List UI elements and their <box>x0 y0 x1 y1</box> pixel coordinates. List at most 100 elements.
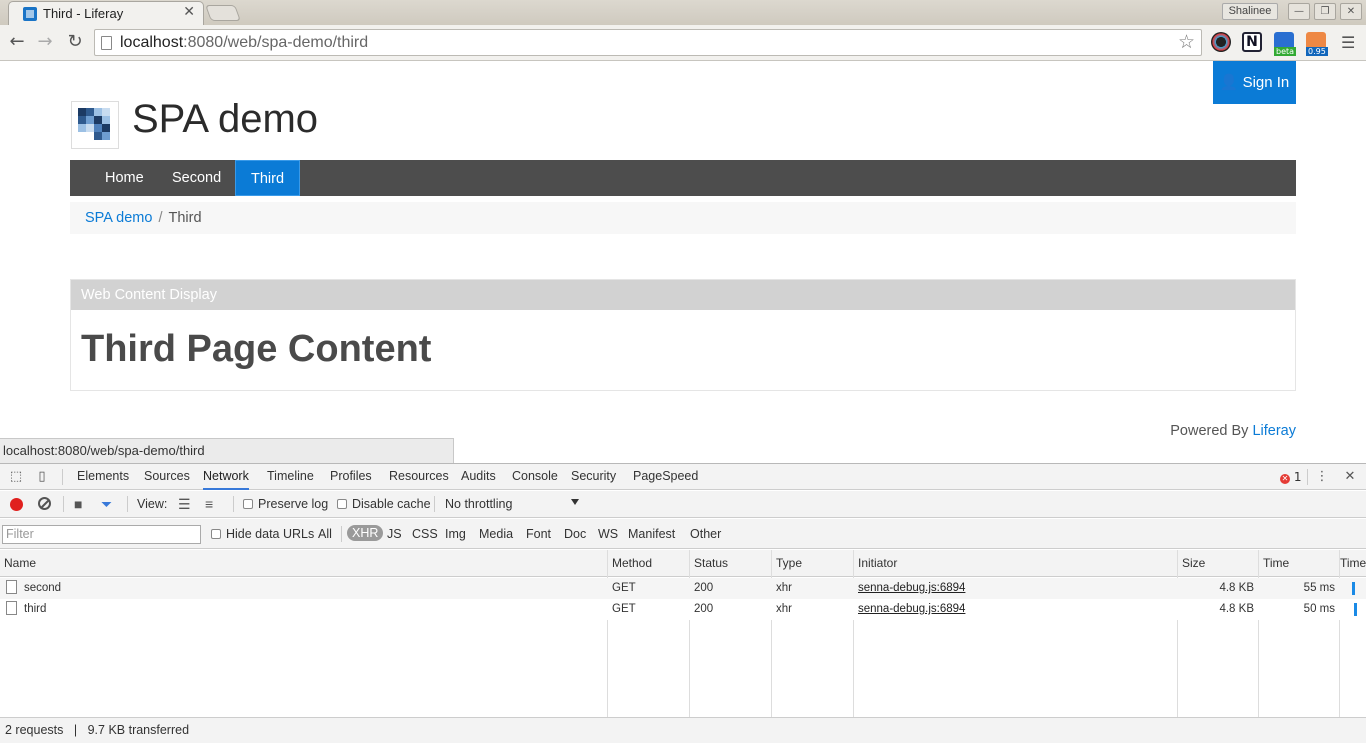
filter-xhr[interactable]: XHR <box>347 525 384 541</box>
disable-cache-checkbox[interactable]: Disable cache <box>337 497 431 511</box>
breadcrumb-current: Third <box>168 210 202 226</box>
error-counter[interactable]: ✕ 1 <box>1280 470 1301 484</box>
filter-media[interactable]: Media <box>479 527 513 541</box>
capture-screenshots-icon[interactable]: ■ <box>74 496 82 512</box>
n-extension-icon[interactable]: N <box>1242 32 1262 52</box>
network-filter-bar: Filter Hide data URLs All XHR JS CSS Img… <box>0 519 1366 549</box>
filter-all[interactable]: All <box>318 527 332 541</box>
breadcrumb-link-spa-demo[interactable]: SPA demo <box>85 210 152 226</box>
tab-console[interactable]: Console <box>512 464 558 490</box>
request-method: GET <box>612 582 636 594</box>
filter-other[interactable]: Other <box>690 527 721 541</box>
network-controls: ■ ⏷ View: ☰ ≡ Preserve log Disable cache… <box>0 491 1366 518</box>
tab-timeline[interactable]: Timeline <box>267 464 314 490</box>
request-type: xhr <box>776 603 792 615</box>
column-method[interactable]: Method <box>608 550 690 577</box>
color-extension-icon[interactable] <box>1211 32 1231 52</box>
tab-sources[interactable]: Sources <box>144 464 190 490</box>
hide-data-urls-checkbox[interactable]: Hide data URLs <box>211 527 314 541</box>
nav-item-third[interactable]: Third <box>235 160 301 196</box>
grid-header: Name Method Status Type Initiator Size T… <box>0 550 1366 577</box>
large-rows-icon[interactable]: ☰ <box>178 496 191 513</box>
tab-profiles[interactable]: Profiles <box>330 464 372 490</box>
tab-pagespeed[interactable]: PageSpeed <box>633 464 698 490</box>
filter-doc[interactable]: Doc <box>564 527 586 541</box>
site-name[interactable]: SPA demo <box>132 97 318 142</box>
column-size[interactable]: Size <box>1178 550 1259 577</box>
tab-title: Third - Liferay <box>43 6 124 21</box>
summary-transferred: 9.7 KB transferred <box>87 723 190 737</box>
file-icon <box>6 601 17 615</box>
table-row[interactable]: third GET 200 xhr senna-debug.js:6894 4.… <box>0 599 1366 620</box>
portlet-title: Web Content Display <box>71 280 1295 310</box>
overview-icon[interactable]: ≡ <box>205 496 213 512</box>
breadcrumb: SPA demo / Third <box>70 202 1296 234</box>
column-time[interactable]: Time <box>1259 550 1340 577</box>
sign-in-button[interactable]: 👤 Sign In <box>1213 61 1296 104</box>
column-initiator[interactable]: Initiator <box>854 550 1178 577</box>
filter-ws[interactable]: WS <box>598 527 618 541</box>
beta-extension-icon[interactable]: beta <box>1274 32 1297 56</box>
forward-icon[interactable]: → <box>33 31 57 55</box>
request-type: xhr <box>776 582 792 594</box>
column-type[interactable]: Type <box>772 550 854 577</box>
close-window-icon[interactable]: ✕ <box>1340 3 1362 20</box>
request-initiator-link[interactable]: senna-debug.js:6894 <box>854 599 1177 620</box>
filter-js[interactable]: JS <box>387 527 402 541</box>
record-icon[interactable] <box>10 498 23 511</box>
request-name[interactable]: third <box>0 599 607 620</box>
browser-menu-icon[interactable]: ☰ <box>1341 33 1355 52</box>
preserve-log-checkbox[interactable]: Preserve log <box>243 497 328 511</box>
devtools-menu-icon[interactable]: ⋮ <box>1314 469 1330 485</box>
device-mode-icon[interactable]: ▯ <box>34 469 50 485</box>
page-viewport: 👤 Sign In SPA demo Home Second Third SPA… <box>0 61 1366 463</box>
table-row[interactable]: second GET 200 xhr senna-debug.js:6894 4… <box>0 578 1366 599</box>
filter-css[interactable]: CSS <box>412 527 438 541</box>
filter-input[interactable]: Filter <box>2 525 201 544</box>
tab-security[interactable]: Security <box>571 464 616 490</box>
address-bar[interactable]: localhost:8080/web/spa-demo/third ☆ <box>94 29 1202 56</box>
site-logo[interactable] <box>71 101 119 149</box>
liferay-link[interactable]: Liferay <box>1252 423 1296 439</box>
filter-img[interactable]: Img <box>445 527 466 541</box>
reload-icon[interactable]: ↻ <box>63 31 87 55</box>
request-name[interactable]: second <box>0 578 607 599</box>
back-icon[interactable]: ← <box>5 31 29 55</box>
content-heading: Third Page Content <box>81 328 432 370</box>
nav-item-home[interactable]: Home <box>90 160 159 196</box>
user-icon: 👤 <box>1219 74 1239 91</box>
filter-manifest[interactable]: Manifest <box>628 527 675 541</box>
maximize-icon[interactable]: ❐ <box>1314 3 1336 20</box>
request-time: 50 ms <box>1303 603 1335 615</box>
chevron-down-icon[interactable] <box>571 499 579 505</box>
filter-font[interactable]: Font <box>526 527 551 541</box>
new-tab-button[interactable] <box>205 5 241 21</box>
page-icon <box>101 36 112 50</box>
column-status[interactable]: Status <box>690 550 772 577</box>
tab-network[interactable]: Network <box>203 464 249 490</box>
tab-elements[interactable]: Elements <box>77 464 129 490</box>
tab-resources[interactable]: Resources <box>389 464 449 490</box>
request-initiator-link[interactable]: senna-debug.js:6894 <box>854 578 1177 599</box>
bookmark-star-icon[interactable]: ☆ <box>1178 31 1195 53</box>
minimize-icon[interactable]: — <box>1288 3 1310 20</box>
request-size: 4.8 KB <box>1219 603 1254 615</box>
filter-icon[interactable]: ⏷ <box>101 496 112 513</box>
web-content-portlet: Web Content Display Third Page Content <box>70 279 1296 391</box>
request-method: GET <box>612 603 636 615</box>
devtools-tabbar: ⬚ ▯ Elements Sources Network Timeline Pr… <box>0 464 1366 490</box>
column-timeline[interactable]: Timeline <box>1336 550 1366 577</box>
inspect-element-icon[interactable]: ⬚ <box>8 469 24 485</box>
browser-tab[interactable]: Third - Liferay ✕ <box>8 1 204 25</box>
view-label: View: <box>137 497 168 511</box>
column-name[interactable]: Name <box>0 550 608 577</box>
tab-audits[interactable]: Audits <box>461 464 496 490</box>
close-tab-icon[interactable]: ✕ <box>183 4 195 20</box>
profile-button[interactable]: Shalinee <box>1222 3 1278 20</box>
clear-icon[interactable] <box>38 497 51 510</box>
devtools-close-icon[interactable]: ✕ <box>1342 469 1358 485</box>
main-navigation: Home Second Third <box>70 160 1296 196</box>
speed-extension-icon[interactable]: 0.95 <box>1306 32 1328 56</box>
throttling-select[interactable]: No throttling <box>445 497 512 511</box>
nav-item-second[interactable]: Second <box>157 160 236 196</box>
